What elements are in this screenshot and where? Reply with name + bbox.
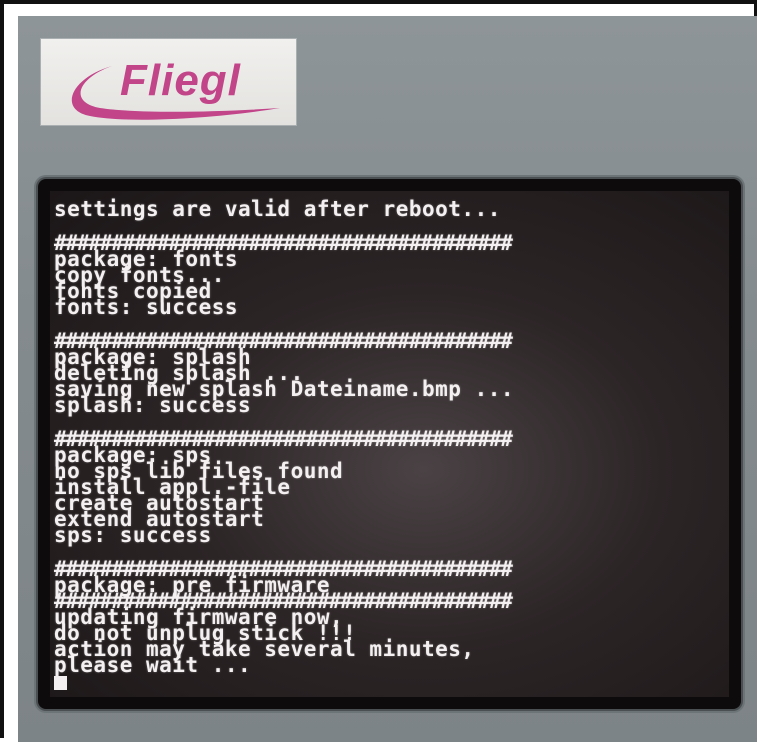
text-cursor: [54, 676, 67, 690]
device-panel: Fliegl settings are valid after reboot..…: [18, 16, 757, 742]
display-area: settings are valid after reboot... #####…: [50, 191, 729, 697]
console-line: settings are valid after reboot...: [54, 197, 501, 221]
console-output: settings are valid after reboot... #####…: [54, 197, 514, 690]
brand-logo-text: Fliegl: [120, 56, 241, 105]
console-line: sps: success: [54, 523, 212, 547]
display-screen: settings are valid after reboot... #####…: [38, 179, 741, 709]
brand-logo-plate: Fliegl: [40, 38, 297, 126]
photo-frame: Fliegl settings are valid after reboot..…: [0, 0, 757, 742]
console-line: fonts: success: [54, 295, 239, 319]
